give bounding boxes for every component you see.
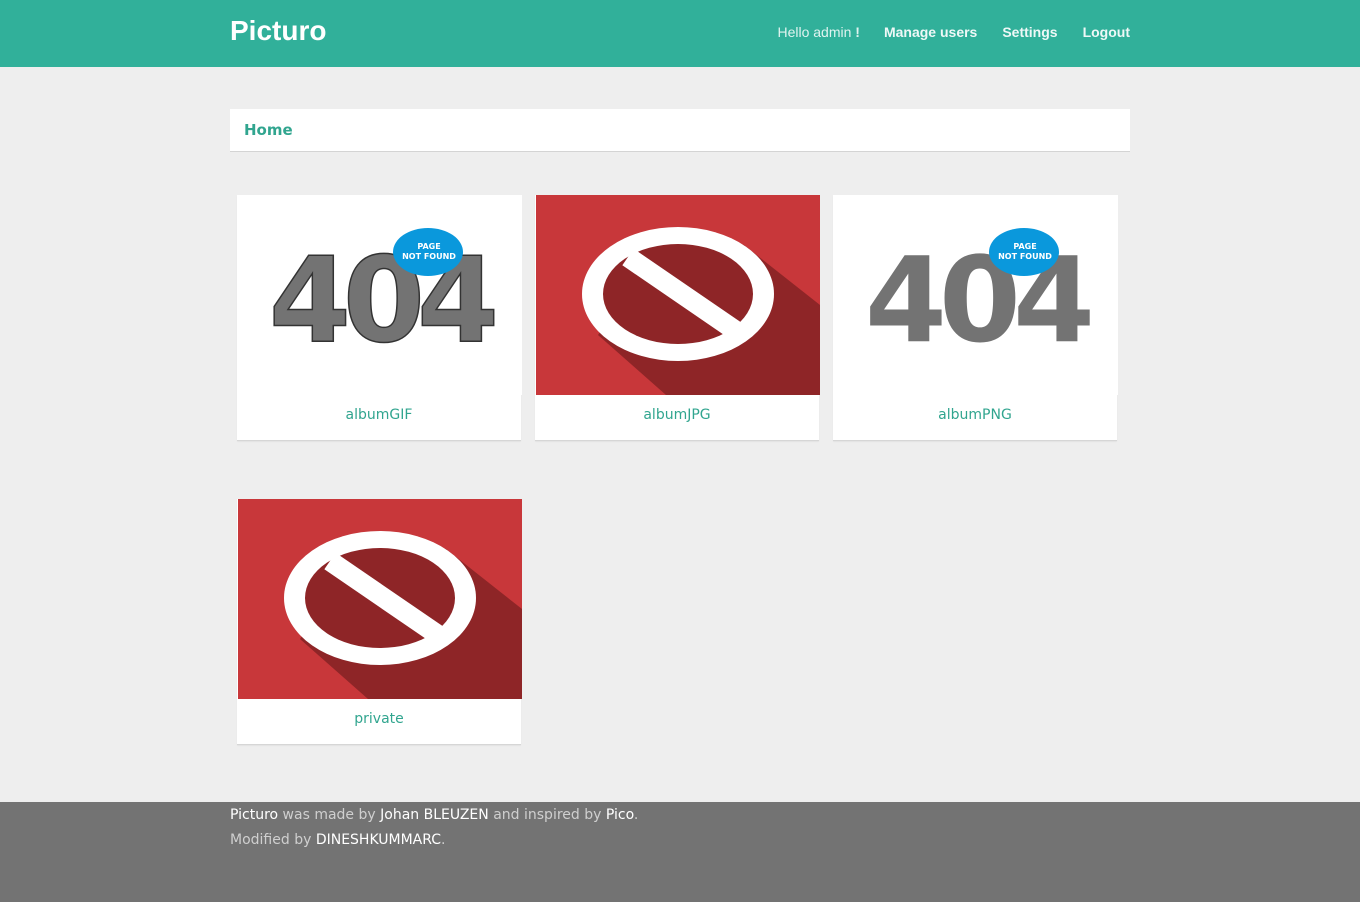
badge-text-line2: NOT FOUND [402, 252, 456, 261]
greeting-name: Hello admin [777, 24, 852, 40]
footer-pico-link[interactable]: Pico [606, 807, 634, 823]
footer-author-link[interactable]: Johan BLEUZEN [380, 807, 489, 823]
footer-picturo-link[interactable]: Picturo [230, 807, 278, 823]
album-title-link[interactable]: albumJPG [535, 407, 819, 423]
manage-users-link[interactable]: Manage users [884, 24, 977, 40]
album-title-link[interactable]: private [237, 711, 521, 727]
album-thumbnail[interactable]: 404 PAGE NOT FOUND [238, 195, 522, 395]
album-thumbnail[interactable]: 404 PAGE NOT FOUND [834, 195, 1118, 395]
album-thumbnail[interactable] [536, 195, 820, 395]
top-navbar: Picturo Hello admin ! Manage users Setti… [0, 0, 1360, 67]
album-card-gif[interactable]: 404 PAGE NOT FOUND albumGIF [237, 195, 522, 441]
badge-text-line1: PAGE [417, 242, 440, 251]
logout-link[interactable]: Logout [1083, 24, 1130, 40]
footer-text-modified: Modified by [230, 832, 316, 848]
album-thumbnail[interactable] [238, 499, 522, 699]
page-not-found-image: 404 PAGE NOT FOUND [238, 195, 522, 395]
greeting-exclamation: ! [851, 24, 860, 40]
album-title-link[interactable]: albumPNG [833, 407, 1117, 423]
footer-line-credits: Picturo was made by Johan BLEUZEN and in… [230, 803, 638, 828]
badge-text-line1: PAGE [1013, 242, 1036, 251]
footer-period: . [633, 807, 639, 823]
prohibited-sign-image [536, 195, 820, 395]
nav-menu: Hello admin ! Manage users Settings Logo… [777, 24, 1130, 40]
footer-text-inspired: and inspired by [488, 807, 606, 823]
album-card-png[interactable]: 404 PAGE NOT FOUND albumPNG [833, 195, 1118, 441]
album-card-private[interactable]: private [237, 499, 522, 745]
footer: Picturo was made by Johan BLEUZEN and in… [0, 802, 1360, 902]
settings-link[interactable]: Settings [1002, 24, 1057, 40]
footer-text: Picturo was made by Johan BLEUZEN and in… [230, 803, 638, 853]
prohibited-sign-image [238, 499, 522, 699]
badge-text-line2: NOT FOUND [998, 252, 1052, 261]
footer-line-modified: Modified by DINESHKUMMARC. [230, 828, 638, 853]
breadcrumb: Home [230, 109, 1130, 152]
breadcrumb-home-link[interactable]: Home [244, 121, 293, 139]
footer-text-made-by: was made by [278, 807, 381, 823]
brand-logo-link[interactable]: Picturo [230, 15, 326, 47]
page-not-found-image: 404 PAGE NOT FOUND [834, 195, 1118, 395]
album-card-jpg[interactable]: albumJPG [535, 195, 820, 441]
footer-modifier-link[interactable]: DINESHKUMMARC [316, 832, 441, 848]
album-title-link[interactable]: albumGIF [237, 407, 521, 423]
greeting-text: Hello admin ! [777, 24, 860, 40]
footer-period: . [441, 832, 446, 848]
